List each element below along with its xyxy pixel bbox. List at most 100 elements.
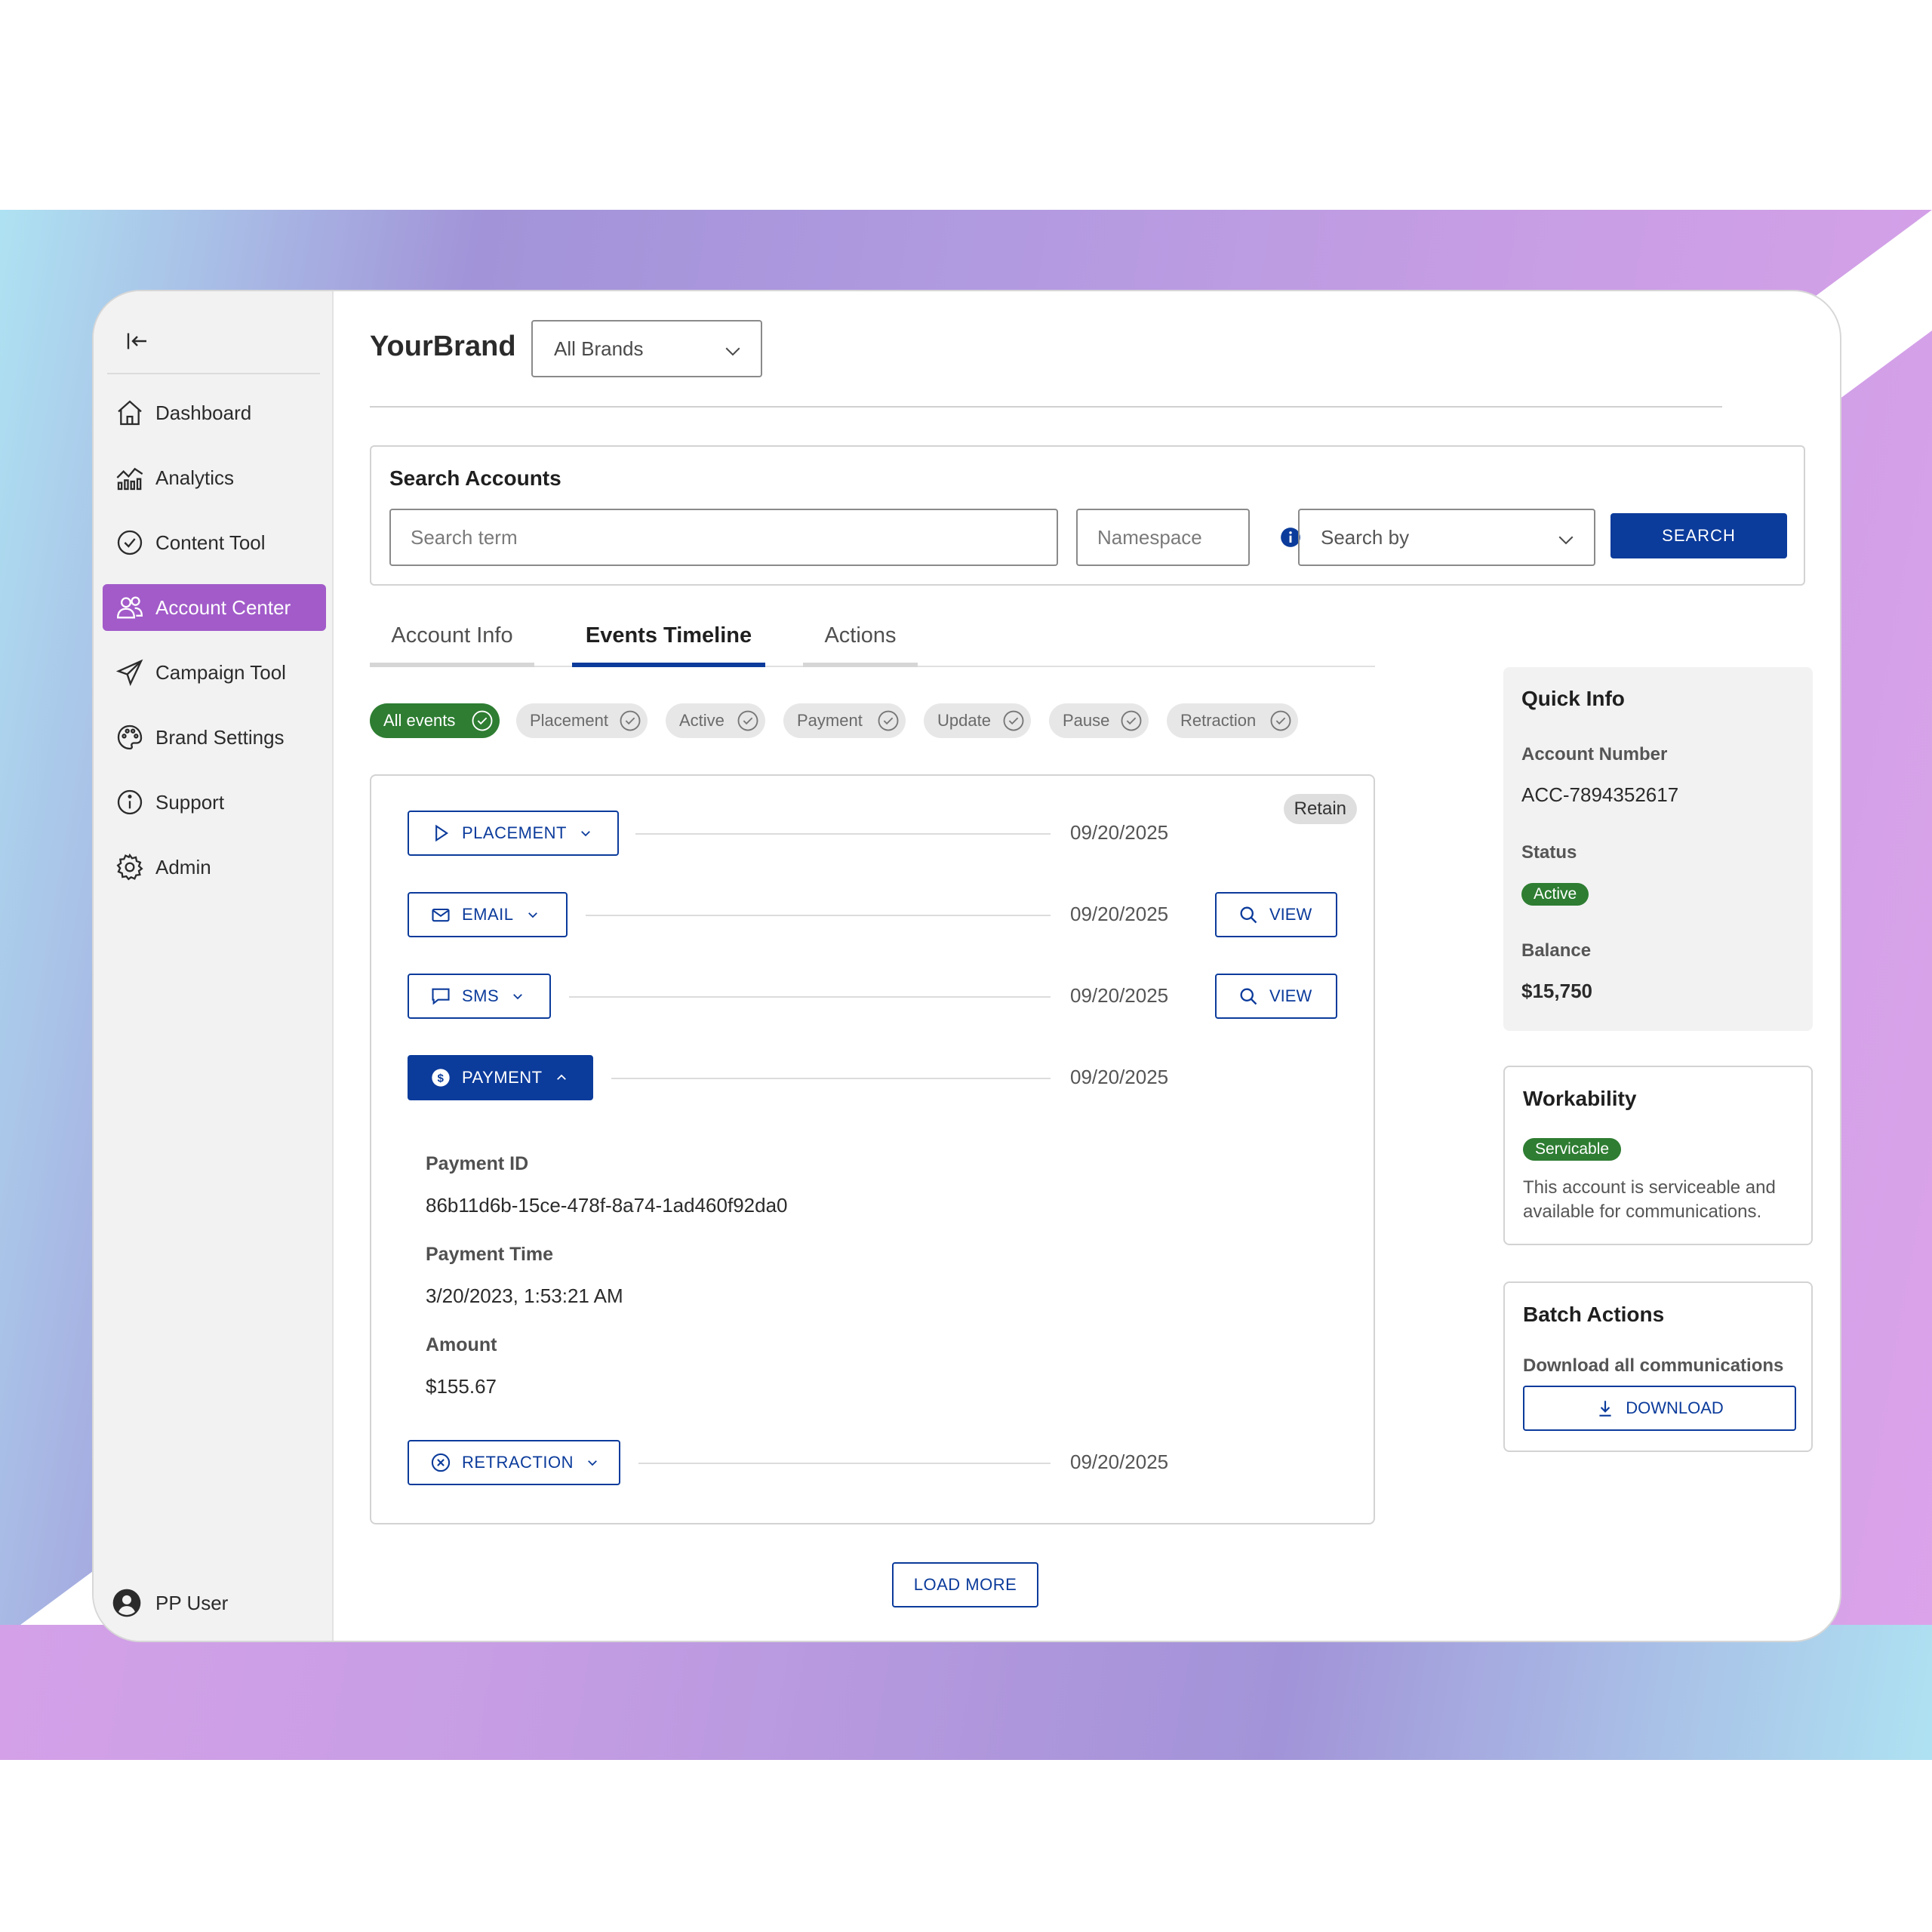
- search-accounts-card: Search Accounts Search by SEARCH: [370, 445, 1805, 586]
- check-circle-icon: [620, 710, 641, 731]
- play-icon: [435, 824, 449, 842]
- message-icon: [432, 988, 450, 1005]
- tab-events-timeline[interactable]: Events Timeline: [572, 616, 765, 667]
- event-sms-button[interactable]: SMS: [408, 974, 551, 1019]
- page-title: YourBrand: [370, 331, 516, 362]
- info-icon: [115, 787, 145, 817]
- event-placement-button[interactable]: PLACEMENT: [408, 811, 619, 856]
- sidebar-item-dashboard[interactable]: Dashboard: [103, 389, 326, 436]
- filter-chip-label: Retraction: [1180, 711, 1257, 730]
- timeline-connector: [586, 915, 1051, 916]
- account-number-value: ACC-7894352617: [1521, 783, 1679, 806]
- sidebar-item-campaign-tool[interactable]: Campaign Tool: [103, 649, 326, 696]
- palette-icon: [115, 722, 145, 752]
- check-circle-icon: [737, 710, 758, 731]
- servicable-badge: Servicable: [1523, 1138, 1622, 1161]
- collapse-sidebar-button[interactable]: [116, 320, 158, 362]
- event-date: 09/20/2025: [1070, 1451, 1169, 1473]
- status-badge: Active: [1521, 883, 1589, 906]
- filter-chip-payment[interactable]: Payment: [783, 703, 906, 738]
- filter-chip-all-events[interactable]: All events: [370, 703, 500, 738]
- sidebar-item-label: Analytics: [155, 466, 235, 489]
- mail-icon: [432, 908, 450, 922]
- send-icon: [115, 657, 145, 688]
- event-payment-button[interactable]: $ PAYMENT: [408, 1055, 593, 1100]
- chevron-down-icon: [513, 994, 523, 1000]
- sidebar-nav: Dashboard Analytics Content Tool Account…: [103, 389, 326, 909]
- amount-value: $155.67: [426, 1375, 497, 1398]
- sidebar-item-brand-settings[interactable]: Brand Settings: [103, 714, 326, 761]
- payment-id-label: Payment ID: [426, 1153, 529, 1174]
- brand-select-value: All Brands: [554, 337, 644, 360]
- collapse-left-icon: [127, 333, 146, 349]
- search-by-select[interactable]: Search by: [1298, 509, 1595, 566]
- sidebar-item-analytics[interactable]: Analytics: [103, 454, 326, 501]
- view-label: VIEW: [1269, 986, 1312, 1005]
- event-retraction-button[interactable]: RETRACTION: [408, 1440, 620, 1485]
- event-date: 09/20/2025: [1070, 903, 1169, 925]
- user-avatar-icon: [112, 1589, 141, 1617]
- timeline-connector: [635, 833, 1051, 835]
- payment-time-label: Payment Time: [426, 1244, 554, 1265]
- analytics-icon: [115, 463, 145, 493]
- filter-chip-active[interactable]: Active: [666, 703, 765, 738]
- account-number-label: Account Number: [1521, 744, 1668, 764]
- user-menu[interactable]: PP User: [112, 1588, 228, 1618]
- search-icon: [1240, 906, 1257, 924]
- header-divider: [370, 406, 1722, 408]
- payment-id-value: 86b11d6b-15ce-478f-8a74-1ad460f92da0: [426, 1194, 788, 1217]
- event-date: 09/20/2025: [1070, 821, 1169, 844]
- tabs: Account Info Events Timeline Actions: [370, 616, 1375, 667]
- download-button[interactable]: DOWNLOAD: [1523, 1386, 1796, 1431]
- chevron-down-icon: [581, 831, 590, 837]
- sidebar-item-label: Brand Settings: [155, 725, 285, 749]
- event-label: SMS: [462, 986, 500, 1005]
- tab-actions[interactable]: Actions: [803, 616, 918, 667]
- check-circle-icon: [1121, 710, 1142, 731]
- sidebar-item-support[interactable]: Support: [103, 779, 326, 826]
- search-card-title: Search Accounts: [389, 466, 561, 490]
- view-label: VIEW: [1269, 905, 1312, 924]
- search-button[interactable]: SEARCH: [1611, 513, 1787, 558]
- filter-chip-pause[interactable]: Pause: [1049, 703, 1149, 738]
- view-email-button[interactable]: VIEW: [1215, 892, 1337, 937]
- workability-description: This account is serviceable and availabl…: [1523, 1177, 1776, 1222]
- search-by-value: Search by: [1321, 525, 1410, 549]
- retain-badge: Retain: [1283, 794, 1357, 824]
- chevron-down-icon: [725, 347, 740, 356]
- filter-chip-update[interactable]: Update: [924, 703, 1031, 738]
- sidebar-item-admin[interactable]: Admin: [103, 844, 326, 891]
- sidebar-item-content-tool[interactable]: Content Tool: [103, 519, 326, 566]
- view-sms-button[interactable]: VIEW: [1215, 974, 1337, 1019]
- workability-title: Workability: [1523, 1087, 1637, 1110]
- download-icon: [1599, 1401, 1611, 1417]
- sidebar-item-label: Support: [155, 790, 225, 814]
- load-more-button[interactable]: LOAD MORE: [892, 1562, 1038, 1607]
- event-email-button[interactable]: EMAIL: [408, 892, 568, 937]
- sidebar-item-account-center[interactable]: Account Center: [103, 584, 326, 631]
- home-icon: [115, 398, 145, 428]
- filter-chip-retraction[interactable]: Retraction: [1167, 703, 1298, 738]
- filter-chip-label: Payment: [797, 711, 863, 730]
- event-date: 09/20/2025: [1070, 984, 1169, 1007]
- sidebar-item-label: Dashboard: [155, 401, 252, 424]
- timeline-connector: [569, 996, 1051, 998]
- gear-icon: [115, 852, 145, 882]
- sidebar-item-label: Content Tool: [155, 531, 266, 554]
- event-date: 09/20/2025: [1070, 1066, 1169, 1088]
- namespace-input[interactable]: [1076, 509, 1250, 566]
- event-label: PAYMENT: [462, 1068, 543, 1087]
- batch-actions-panel: Batch Actions Download all communication…: [1503, 1281, 1813, 1452]
- status-label: Status: [1521, 842, 1577, 863]
- chevron-down-icon: [528, 912, 537, 918]
- sidebar: Dashboard Analytics Content Tool Account…: [94, 291, 334, 1641]
- search-icon: [1240, 988, 1257, 1005]
- sidebar-item-label: Account Center: [155, 595, 291, 619]
- quick-info-panel: Quick Info Account Number ACC-7894352617…: [1503, 667, 1813, 1031]
- tab-account-info[interactable]: Account Info: [370, 616, 534, 667]
- search-term-input[interactable]: [389, 509, 1058, 566]
- check-circle-icon: [472, 710, 493, 731]
- filter-chip-label: Update: [937, 711, 991, 730]
- brand-select[interactable]: All Brands: [531, 320, 762, 377]
- filter-chip-placement[interactable]: Placement: [516, 703, 648, 738]
